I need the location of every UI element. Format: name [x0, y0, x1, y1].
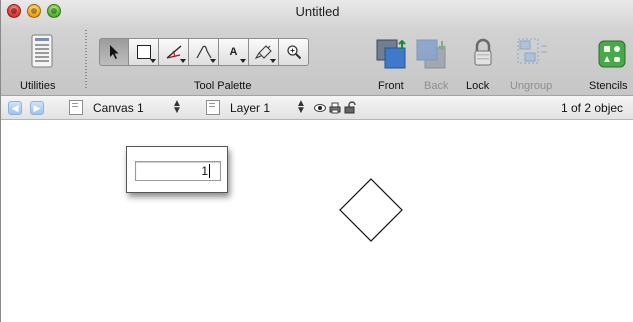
utilities-label: Utilities: [20, 80, 56, 92]
canvas-icon: [69, 100, 83, 115]
title-bar: Untitled: [1, 0, 633, 22]
layer-icon: [206, 100, 220, 115]
stencils-label: Stencils: [589, 80, 628, 92]
pen-tool[interactable]: [189, 38, 219, 66]
ungroup-icon: [517, 38, 547, 64]
text-entry-field[interactable]: 1: [135, 161, 221, 181]
front-icon: [376, 39, 406, 69]
zoom-tool[interactable]: [279, 38, 309, 66]
stencils-icon: [598, 40, 626, 68]
selection-status: 1 of 2 objec: [561, 101, 624, 115]
app-window: Untitled Utilities A Tool Palette Front …: [0, 0, 633, 322]
ungroup-label: Ungroup: [510, 80, 553, 92]
back-label: Back: [424, 80, 449, 92]
nav-back-icon[interactable]: ◀: [8, 101, 22, 115]
print-icon[interactable]: [329, 102, 341, 114]
canvas-stepper-icon[interactable]: ▲ ▼: [172, 99, 182, 116]
utilities-icon: [31, 34, 53, 68]
front-label: Front: [378, 80, 404, 92]
toolbar-separator: [85, 30, 87, 90]
window-title: Untitled: [295, 4, 340, 19]
lock-label: Lock: [466, 80, 490, 92]
tool-palette-label: Tool Palette: [194, 80, 252, 92]
visible-eye-icon[interactable]: [314, 103, 326, 113]
shape-tool-icon: [136, 45, 151, 59]
pen-tool-icon: [195, 45, 212, 59]
unlock-icon[interactable]: [344, 101, 356, 114]
layer-select[interactable]: Layer 1: [230, 101, 270, 115]
toolbar-area: Untitled Utilities A Tool Palette Front …: [1, 0, 633, 96]
selection-tool[interactable]: [99, 38, 129, 66]
style-tool[interactable]: [249, 38, 279, 66]
nav-forward-icon[interactable]: ▶: [30, 101, 44, 115]
canvas-layer-bar: ◀ ▶ Canvas 1 ▲ ▼ Layer 1 ▲ ▼ 1 of 2 objec: [1, 96, 633, 120]
lock-icon: [474, 38, 492, 66]
style-brush-icon: [254, 45, 272, 59]
layer-stepper-icon[interactable]: ▲ ▼: [296, 99, 306, 116]
drawing-canvas[interactable]: 1: [1, 121, 633, 322]
arrow-tool-icon: [110, 45, 119, 59]
tool-palette: A: [99, 38, 309, 66]
text-tool[interactable]: A: [219, 38, 249, 66]
line-tool-icon: [166, 45, 181, 59]
text-entry-popup: 1: [126, 146, 228, 193]
line-tool[interactable]: [159, 38, 189, 66]
back-icon: [416, 39, 446, 69]
canvas-select[interactable]: Canvas 1: [93, 101, 144, 115]
diamond-shape[interactable]: [339, 178, 403, 242]
shape-tool[interactable]: [129, 38, 159, 66]
text-tool-icon: A: [229, 46, 238, 58]
magnifier-icon: [286, 45, 301, 60]
